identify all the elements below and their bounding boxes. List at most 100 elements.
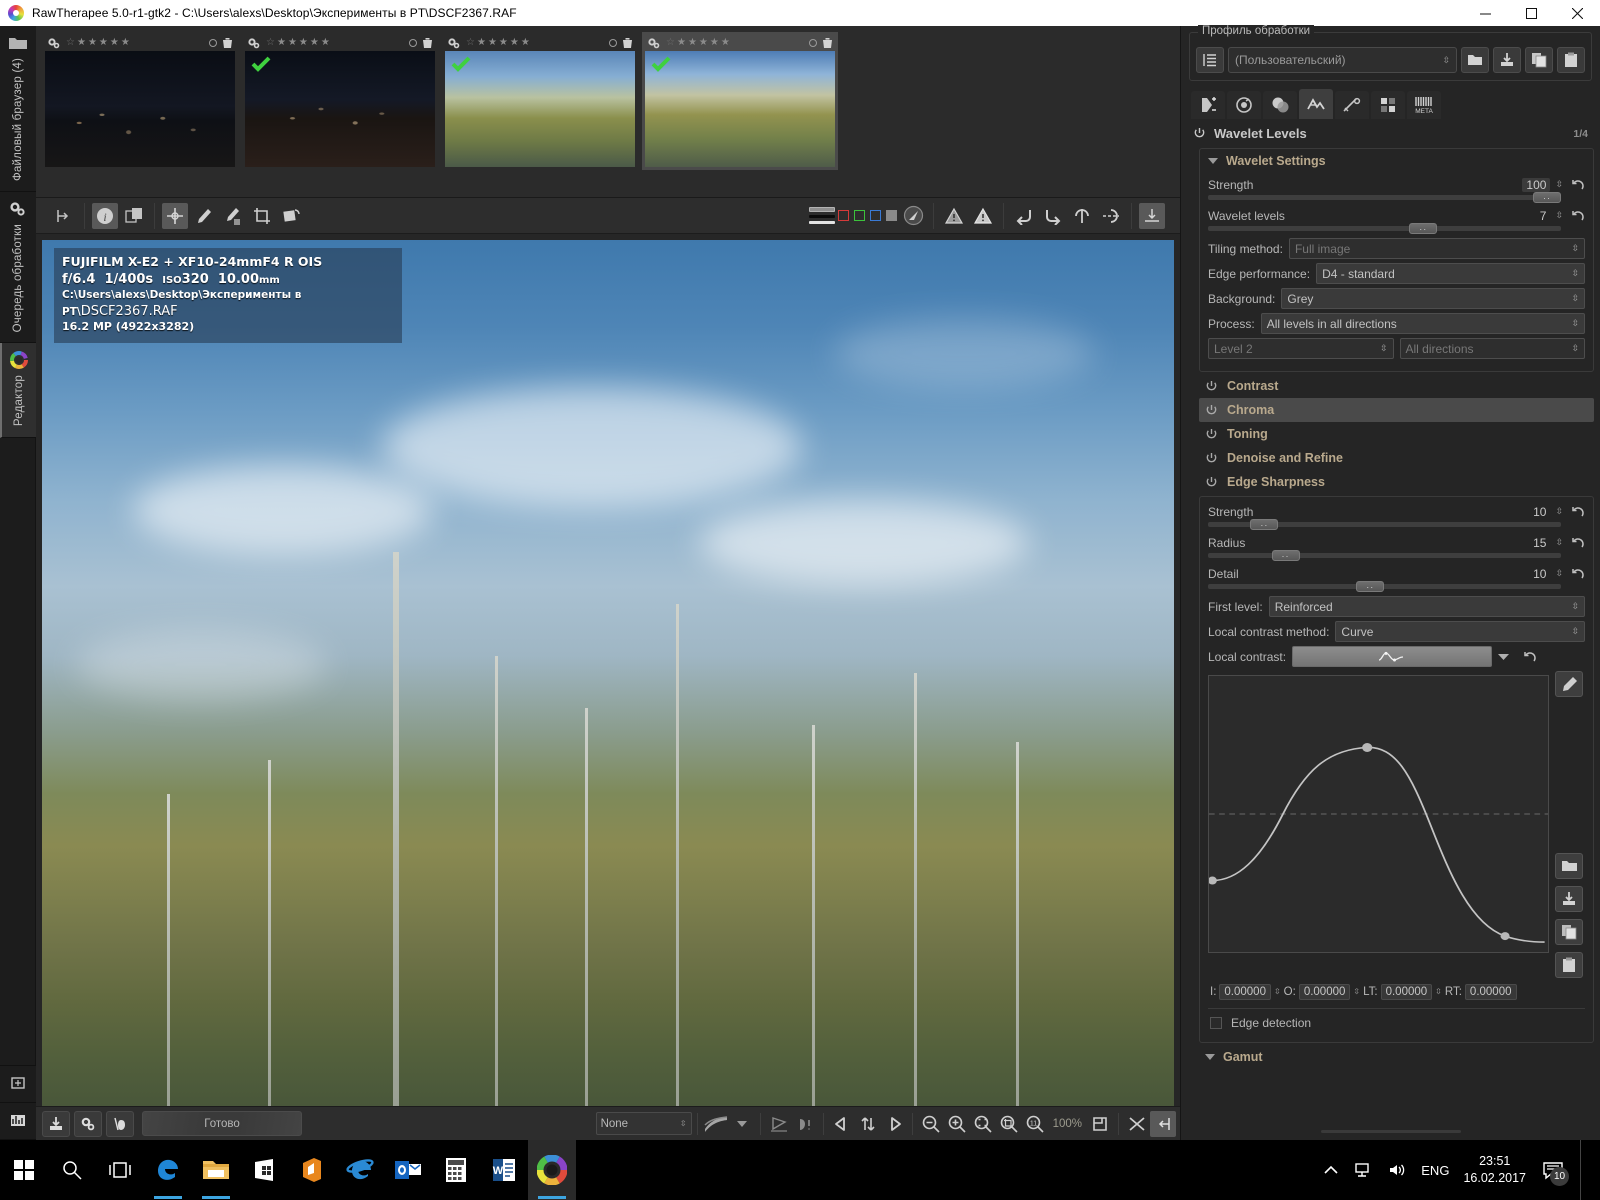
thumbnail-image[interactable]: [45, 51, 235, 167]
paste-curve-button[interactable]: [1555, 952, 1583, 978]
shadow-highlight-button[interactable]: [792, 1111, 818, 1137]
toggle-toning[interactable]: Toning: [1199, 422, 1594, 446]
coord-i-value[interactable]: 0.00000: [1219, 984, 1271, 1000]
volume-icon[interactable]: [1387, 1161, 1407, 1179]
filmstrip-thumbnail[interactable]: ☆ ★ ★ ★ ★ ★: [42, 32, 238, 170]
star-2[interactable]: ★: [88, 38, 97, 48]
star-4[interactable]: ★: [510, 38, 519, 48]
rating-stars[interactable]: ☆ ★ ★ ★ ★ ★: [666, 38, 730, 48]
star-1[interactable]: ★: [677, 38, 686, 48]
star-1[interactable]: ★: [477, 38, 486, 48]
load-curve-button[interactable]: [1555, 853, 1583, 879]
edit-curve-button[interactable]: [1555, 671, 1583, 697]
first-level-select[interactable]: Reinforced ⇳: [1268, 596, 1585, 617]
network-icon[interactable]: [1353, 1161, 1373, 1179]
trash-icon[interactable]: [222, 37, 233, 49]
star-1[interactable]: ★: [277, 38, 286, 48]
crop-button[interactable]: [249, 203, 275, 229]
zoom-out-button[interactable]: [918, 1111, 944, 1137]
highlight-clipping-warning-button[interactable]: [970, 203, 996, 229]
flip-vertical-button[interactable]: [1069, 203, 1095, 229]
trash-icon[interactable]: [822, 37, 833, 49]
histogram-bars-icon[interactable]: [809, 207, 835, 224]
load-profile-button[interactable]: [1461, 47, 1489, 73]
white-balance-picker-button[interactable]: [191, 203, 217, 229]
output-profile-select[interactable]: None ⇳: [595, 1112, 692, 1135]
thumbnail-image[interactable]: [245, 51, 435, 167]
es-radius-value[interactable]: 15: [1529, 536, 1550, 550]
perspective-button[interactable]: [766, 1111, 792, 1137]
unrank-icon[interactable]: [209, 39, 217, 47]
coord-lt-spinner[interactable]: ⇳: [1435, 987, 1442, 996]
strength-spinner[interactable]: ⇳: [1555, 180, 1563, 189]
gear-icon[interactable]: [247, 37, 261, 49]
panel-resize-handle[interactable]: [1181, 1122, 1600, 1140]
star-2[interactable]: ★: [688, 38, 697, 48]
grey-swatch[interactable]: [886, 210, 897, 221]
copy-profile-button[interactable]: [1525, 47, 1553, 73]
filmstrip-thumbnail[interactable]: ☆ ★ ★ ★ ★ ★: [242, 32, 438, 170]
curve-type-button[interactable]: [1292, 646, 1492, 667]
star-0[interactable]: ☆: [666, 38, 675, 48]
gear-icon[interactable]: [447, 37, 461, 49]
save-image-button[interactable]: [42, 1110, 70, 1137]
before-after-toggle-button[interactable]: [1124, 1111, 1150, 1137]
rating-stars[interactable]: ☆ ★ ★ ★ ★ ★: [266, 38, 330, 48]
rawtherapee-taskbar-button[interactable]: [528, 1140, 576, 1200]
crosshair-pointer-button[interactable]: [162, 202, 188, 229]
profile-list-button[interactable]: [1196, 47, 1224, 73]
zoom-100-button[interactable]: 11: [1022, 1111, 1048, 1137]
toggle-contrast[interactable]: Contrast: [1199, 374, 1594, 398]
image-canvas-wrapper[interactable]: FUJIFILM X-E2 + XF10-24mmF4 R OIS f/6.4 …: [36, 234, 1180, 1106]
power-icon[interactable]: [1205, 404, 1218, 417]
outlook-button[interactable]: [384, 1140, 432, 1200]
green-swatch[interactable]: [854, 210, 865, 221]
hide-right-panel-bottom-button[interactable]: [1150, 1110, 1176, 1137]
star-3[interactable]: ★: [699, 38, 708, 48]
gamut-header[interactable]: Gamut: [1197, 1045, 1598, 1069]
power-icon[interactable]: [1193, 127, 1206, 140]
coord-i-spinner[interactable]: ⇳: [1274, 987, 1281, 996]
maximize-button[interactable]: [1508, 0, 1554, 26]
hide-left-panel-button[interactable]: [51, 203, 77, 229]
wavelet-levels-slider[interactable]: [1208, 223, 1561, 234]
sync-button[interactable]: [855, 1111, 881, 1137]
gear-icon[interactable]: [647, 37, 661, 49]
trash-icon[interactable]: [422, 37, 433, 49]
wavelet-levels-spinner[interactable]: ⇳: [1555, 211, 1563, 220]
coord-o-spinner[interactable]: ⇳: [1353, 987, 1360, 996]
hide-right-panel-button[interactable]: [1139, 202, 1165, 229]
reset-icon[interactable]: [1523, 650, 1537, 664]
tab-metadata[interactable]: META: [1407, 91, 1441, 119]
unrank-icon[interactable]: [409, 39, 417, 47]
add-to-queue-button[interactable]: [74, 1110, 102, 1137]
edge-performance-select[interactable]: D4 - standard ⇳: [1316, 263, 1585, 284]
close-button[interactable]: [1554, 0, 1600, 26]
previous-image-button[interactable]: [829, 1111, 855, 1137]
blue-swatch[interactable]: [870, 210, 881, 221]
thumbnail-image[interactable]: [645, 51, 835, 167]
wavelet-settings-header[interactable]: Wavelet Settings: [1200, 149, 1593, 173]
filmstrip-thumbnail-selected[interactable]: ☆ ★ ★ ★ ★ ★: [642, 32, 838, 170]
es-radius-slider[interactable]: [1208, 550, 1561, 561]
reset-icon[interactable]: [1571, 505, 1585, 519]
show-hidden-icons-icon[interactable]: [1323, 1164, 1339, 1176]
thumbnail-image[interactable]: [445, 51, 635, 167]
search-button[interactable]: [48, 1140, 96, 1200]
language-indicator[interactable]: ENG: [1421, 1163, 1449, 1178]
toggle-denoise-and-refine[interactable]: Denoise and Refine: [1199, 446, 1594, 470]
filmstrip-thumbnail[interactable]: ☆ ★ ★ ★ ★ ★: [442, 32, 638, 170]
calculator-button[interactable]: [432, 1140, 480, 1200]
star-5[interactable]: ★: [321, 38, 330, 48]
fullscreen-button[interactable]: [1087, 1111, 1113, 1137]
filmstrip[interactable]: ☆ ★ ★ ★ ★ ★ ☆ ★ ★ ★ ★ ★ ☆ ★ ★ ★ ★ ★ ☆ ★ …: [36, 26, 1180, 198]
sidebar-item-file-browser[interactable]: Файловый браузер (4): [0, 26, 36, 192]
task-view-button[interactable]: [96, 1140, 144, 1200]
tab-raw[interactable]: [1371, 91, 1405, 119]
save-profile-button[interactable]: [1493, 47, 1521, 73]
minimize-button[interactable]: [1462, 0, 1508, 26]
send-to-editor-button[interactable]: [106, 1110, 134, 1137]
before-after-button[interactable]: [121, 203, 147, 229]
straighten-button[interactable]: [278, 203, 304, 229]
rotate-right-button[interactable]: [1040, 203, 1066, 229]
